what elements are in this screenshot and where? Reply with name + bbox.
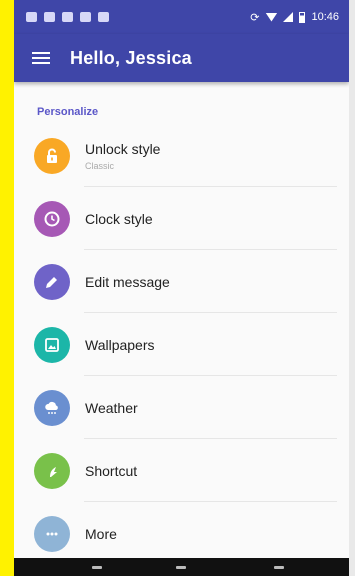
recents-button[interactable]: [274, 566, 284, 569]
clock-icon: [34, 200, 70, 237]
shortcut-icon: [34, 452, 70, 489]
list-item-weather[interactable]: Weather: [14, 376, 349, 439]
notification-icon: [80, 12, 91, 22]
notification-icons: [26, 12, 109, 22]
lock-open-icon: [34, 137, 70, 174]
sync-icon: ⟳: [250, 11, 260, 24]
signal-icon: [283, 12, 294, 22]
personalize-list: Unlock style Classic Clock style Edit me…: [14, 124, 349, 565]
notification-icon: [44, 12, 55, 22]
home-button[interactable]: [176, 566, 186, 569]
list-item-label: Wallpapers: [85, 336, 155, 353]
list-item-label: Clock style: [85, 210, 153, 227]
list-item-more[interactable]: More: [14, 502, 349, 565]
section-label: Personalize: [37, 106, 99, 118]
pencil-icon: [34, 263, 70, 300]
notification-icon: [62, 12, 73, 22]
list-item-label: Unlock style: [85, 141, 161, 157]
list-item-label: More: [85, 525, 117, 542]
phone-screen: ⟳ 10:46 Hello, Jessica Personalize Unloc…: [14, 0, 349, 576]
list-item-label: Edit message: [85, 273, 170, 290]
back-button[interactable]: [92, 566, 102, 569]
screen-edge: [349, 0, 355, 576]
more-icon: [34, 515, 70, 552]
list-item-wallpapers[interactable]: Wallpapers: [14, 313, 349, 376]
list-item-label: Weather: [85, 399, 138, 416]
system-icons: ⟳ 10:46: [250, 11, 339, 24]
app-bar: Hello, Jessica: [14, 34, 349, 82]
battery-icon: [299, 11, 306, 23]
list-item-unlock-style[interactable]: Unlock style Classic: [14, 124, 349, 187]
weather-icon: [34, 389, 70, 426]
list-item-subtitle: Classic: [85, 161, 115, 171]
list-item-shortcut[interactable]: Shortcut: [14, 439, 349, 502]
status-bar: ⟳ 10:46: [14, 0, 349, 34]
wallpaper-icon: [34, 326, 70, 363]
list-item-clock-style[interactable]: Clock style: [14, 187, 349, 250]
status-time: 10:46: [311, 11, 339, 23]
wifi-icon: [265, 12, 278, 22]
page-title: Hello, Jessica: [70, 47, 192, 68]
notification-icon: [26, 12, 37, 22]
navigation-bar: [14, 558, 349, 576]
list-item-edit-message[interactable]: Edit message: [14, 250, 349, 313]
list-item-label: Shortcut: [85, 462, 138, 479]
menu-icon[interactable]: [32, 52, 50, 64]
notification-icon: [98, 12, 109, 22]
